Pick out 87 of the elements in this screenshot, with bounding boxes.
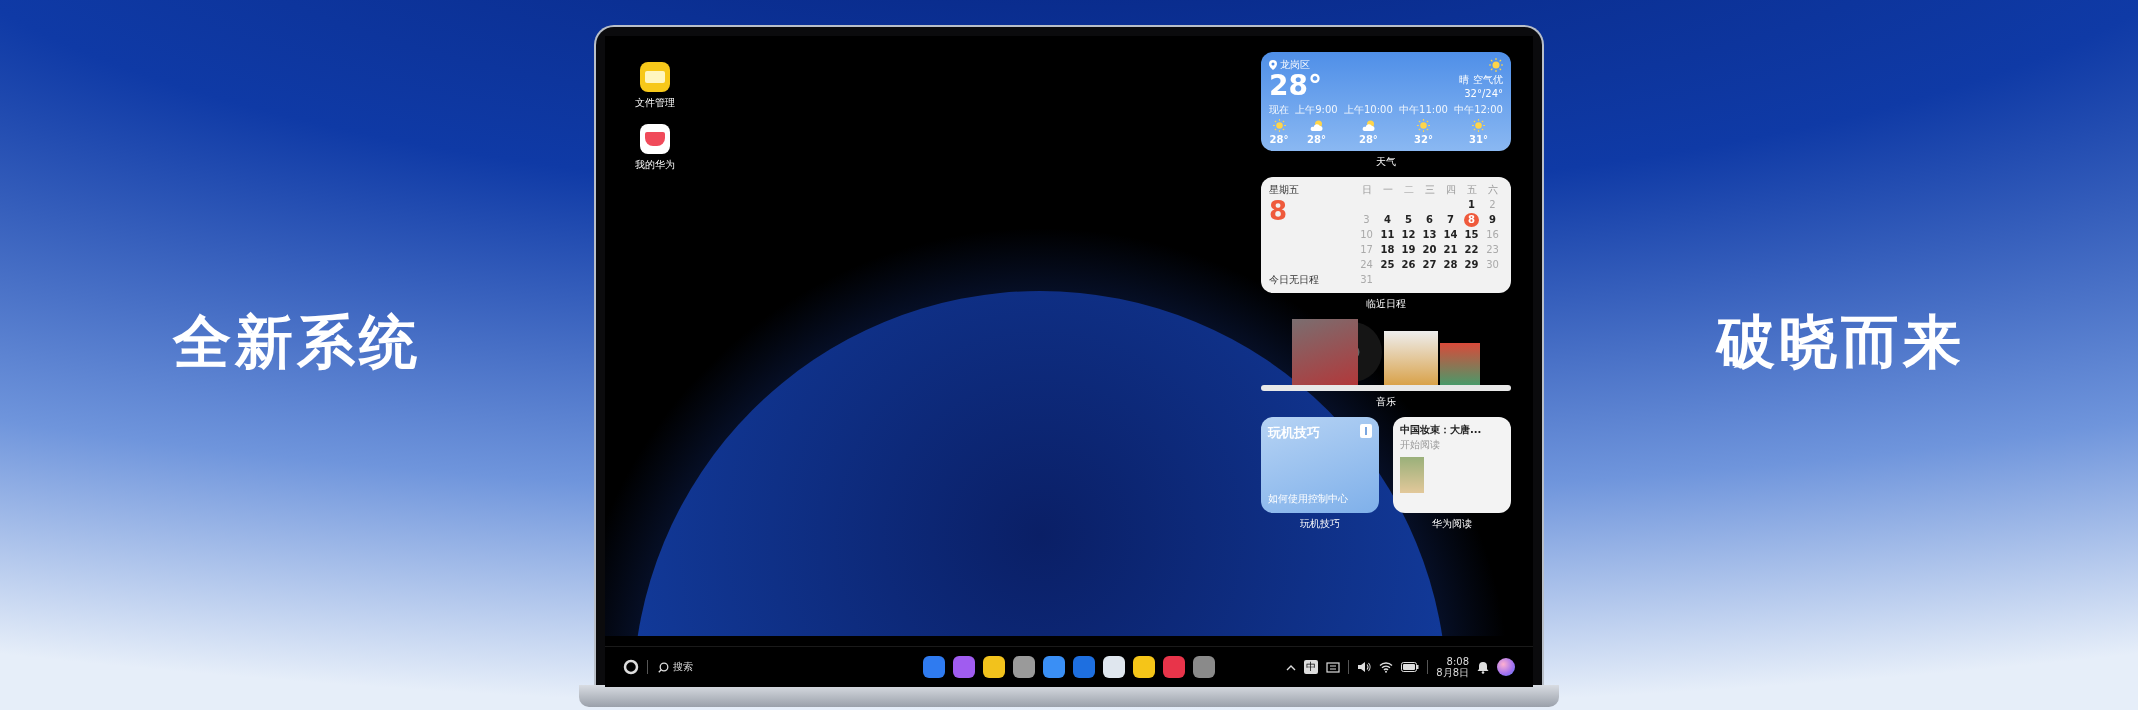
app-icon[interactable] — [983, 656, 1005, 678]
hour-label: 上午10:00 — [1343, 103, 1393, 117]
calendar-day[interactable]: 4 — [1380, 213, 1395, 227]
sun-icon — [1272, 119, 1286, 132]
temperature-text: 28° — [1269, 72, 1322, 100]
calendar-day[interactable]: 5 — [1401, 213, 1416, 227]
cloud-sun-icon — [1309, 119, 1324, 132]
app-icon[interactable] — [1133, 656, 1155, 678]
icon-label[interactable]: 文件管理 — [635, 96, 675, 110]
calendar-day[interactable]: 12 — [1401, 228, 1416, 242]
location-pin-icon — [1269, 60, 1277, 70]
weekday-header: 五 — [1465, 183, 1478, 197]
search-button[interactable]: 搜索 — [656, 658, 695, 676]
keyboard-icon[interactable] — [1326, 661, 1341, 673]
app-icon[interactable] — [640, 62, 670, 92]
widget-subtitle: 如何使用控制中心 — [1268, 492, 1349, 506]
widget-label: 玩机技巧 — [1300, 517, 1340, 531]
weekday-header: 三 — [1423, 183, 1436, 197]
temperature-range: 32°/24° — [1464, 88, 1503, 99]
search-icon — [658, 661, 669, 673]
widget-label: 临近日程 — [1366, 297, 1406, 311]
hour-temperature: 28° — [1269, 134, 1289, 145]
widget-subtitle: 开始阅读 — [1400, 438, 1441, 452]
hour-temperature: 28° — [1307, 134, 1326, 145]
hour-label: 中午12:00 — [1454, 103, 1503, 117]
calendar-day[interactable]: 22 — [1464, 243, 1479, 257]
app-icon[interactable] — [1103, 656, 1125, 678]
input-method-button[interactable]: 中 — [1304, 660, 1319, 674]
hour-label: 中午11:00 — [1399, 103, 1448, 117]
wifi-icon[interactable] — [1379, 661, 1394, 673]
weekday-text: 星期五 — [1269, 183, 1300, 197]
sun-icon — [1489, 58, 1503, 72]
calendar-day[interactable]: 26 — [1401, 258, 1416, 272]
book-title: 中国妆束：大唐... — [1400, 423, 1483, 437]
battery-icon[interactable] — [1401, 662, 1420, 672]
calendar-day[interactable]: 20 — [1422, 243, 1437, 257]
calendar-day[interactable]: 6 — [1422, 213, 1437, 227]
headline: 破晓而来 — [1717, 306, 1965, 378]
app-icon[interactable] — [640, 124, 670, 154]
reading-widget[interactable]: 中国妆束：大唐... 开始阅读 — [1393, 417, 1511, 513]
calendar-day[interactable]: 18 — [1380, 243, 1395, 257]
widget-label: 天气 — [1376, 155, 1396, 169]
hour-temperature: 28° — [1358, 134, 1378, 145]
calendar-day[interactable]: 29 — [1464, 258, 1479, 272]
icon-label[interactable]: 我的华为 — [635, 158, 675, 172]
book-icon — [1360, 424, 1372, 438]
start-button-icon[interactable] — [623, 659, 639, 675]
location-text: 龙岗区 — [1280, 58, 1310, 72]
clock-time[interactable]: 8:08 — [1446, 656, 1469, 667]
assistant-orb-icon[interactable] — [1497, 658, 1515, 676]
calendar-day[interactable]: 27 — [1422, 258, 1437, 272]
sun-icon — [1472, 119, 1486, 132]
weekday-header: 日 — [1360, 183, 1373, 197]
headline: 全新系统 — [173, 306, 421, 378]
clock-date[interactable]: 8月8日 — [1436, 667, 1469, 678]
calendar-day[interactable]: 9 — [1485, 213, 1500, 227]
calendar-day[interactable]: 14 — [1443, 228, 1458, 242]
calendar-day[interactable]: 13 — [1422, 228, 1437, 242]
volume-icon[interactable] — [1357, 661, 1372, 673]
weekday-header: 六 — [1486, 183, 1499, 197]
weekday-header: 四 — [1444, 183, 1457, 197]
bell-icon[interactable] — [1477, 660, 1489, 674]
chevron-up-icon[interactable] — [1286, 663, 1297, 671]
calendar-day[interactable]: 7 — [1443, 213, 1458, 227]
calendar-day[interactable]: 25 — [1380, 258, 1395, 272]
hour-temperature: 32° — [1414, 134, 1433, 145]
widget-label: 音乐 — [1376, 395, 1396, 409]
hour-label: 上午9:00 — [1295, 103, 1338, 117]
app-icon[interactable] — [1043, 656, 1065, 678]
calendar-day[interactable]: 21 — [1443, 243, 1458, 257]
calendar-day[interactable]: 28 — [1443, 258, 1458, 272]
date-number: 8 — [1269, 197, 1289, 228]
hour-temperature: 31° — [1469, 134, 1488, 145]
calendar-day[interactable]: 19 — [1401, 243, 1416, 257]
condition-text: 晴 — [1459, 73, 1469, 87]
calendar-day[interactable]: 1 — [1464, 198, 1479, 212]
calendar-day[interactable]: 11 — [1380, 228, 1395, 242]
app-icon[interactable] — [1193, 656, 1215, 678]
sun-icon — [1416, 119, 1430, 132]
calendar-day[interactable]: 15 — [1464, 228, 1479, 242]
hour-label: 现在 — [1269, 103, 1289, 117]
widget-label: 华为阅读 — [1432, 517, 1472, 531]
air-quality-text: 空气优 — [1473, 73, 1503, 87]
app-icon[interactable] — [1013, 656, 1035, 678]
cloud-sun-icon — [1360, 119, 1376, 132]
schedule-note: 今日无日程 — [1269, 273, 1319, 287]
widget-title: 玩机技巧 — [1268, 424, 1320, 442]
